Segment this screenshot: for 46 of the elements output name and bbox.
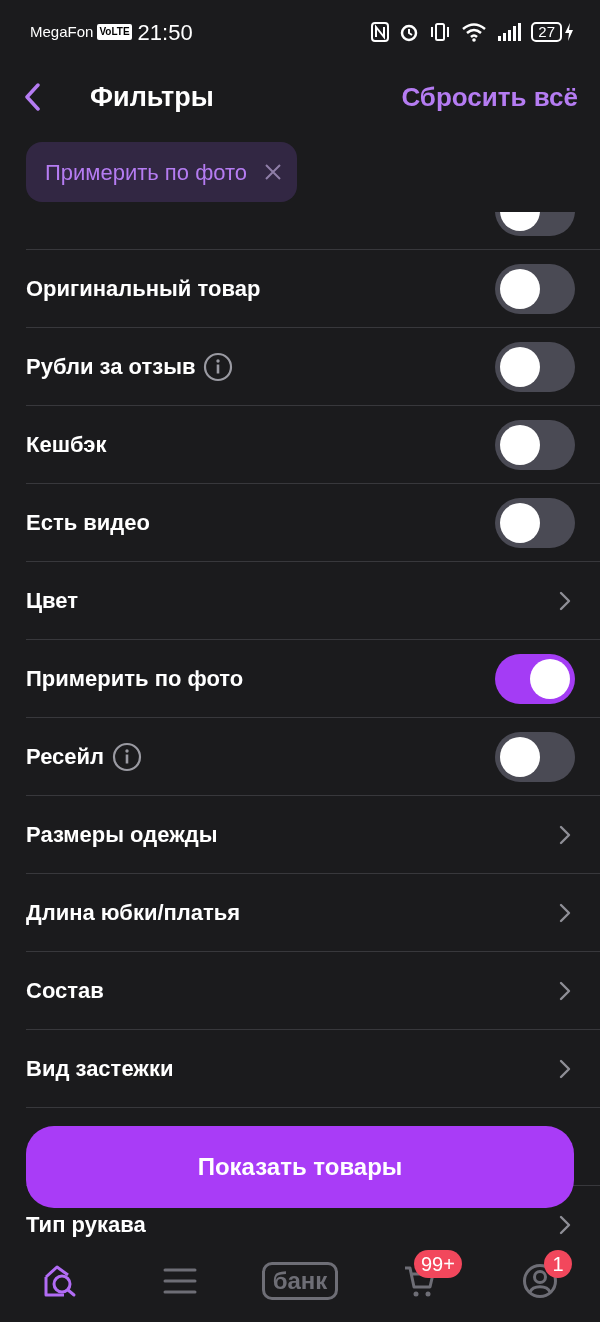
signal-icon <box>497 22 522 42</box>
filter-label: Есть видео <box>26 509 150 537</box>
wifi-icon <box>461 22 488 42</box>
filter-label: Состав <box>26 977 104 1005</box>
chevron-right-icon <box>559 590 571 611</box>
battery-level: 27 <box>531 22 562 42</box>
filter-label: Рубли за отзыв <box>26 353 196 381</box>
carrier-name: MegaFon <box>30 21 94 42</box>
chevron-right-icon <box>559 902 571 923</box>
chevron-right-icon <box>559 980 571 1001</box>
info-icon[interactable] <box>203 351 234 382</box>
info-icon[interactable] <box>112 741 143 772</box>
filter-label: Тип рукава <box>26 1211 146 1239</box>
menu-icon[interactable] <box>163 1267 197 1295</box>
bank-button[interactable]: банк <box>261 1262 339 1300</box>
chevron-right-icon <box>559 1214 571 1235</box>
count-badge: 99+ <box>414 1250 462 1278</box>
toggle-switch[interactable] <box>495 341 575 392</box>
clock: 21:50 <box>137 18 193 47</box>
filter-label: Примерить по фото <box>26 665 244 693</box>
count-badge: 1 <box>544 1250 572 1278</box>
filter-label: Вид застежки <box>26 1055 174 1083</box>
chevron-right-icon <box>559 1058 571 1079</box>
alarm-icon <box>399 22 420 42</box>
show-products-button[interactable]: Показать товары <box>26 1126 574 1208</box>
toggle-switch[interactable] <box>495 419 575 470</box>
chevron-right-icon <box>559 824 571 845</box>
toggle-switch[interactable] <box>495 263 575 314</box>
nfc-icon <box>371 22 390 42</box>
filter-label: Ресейл <box>26 743 105 771</box>
back-icon <box>24 83 40 111</box>
vibrate-icon <box>429 22 452 42</box>
close-icon[interactable] <box>265 164 282 180</box>
filter-label: Оригинальный товар <box>26 275 261 303</box>
charging-icon <box>564 22 574 42</box>
reset-all-link[interactable]: Сбросить всё <box>401 77 578 117</box>
filter-label: Цвет <box>26 587 79 615</box>
toggle-switch[interactable] <box>495 653 575 704</box>
filter-label: Кешбэк <box>26 431 107 459</box>
filter-label: Длина юбки/платья <box>26 899 241 927</box>
toggle-switch[interactable] <box>495 731 575 782</box>
filter-label: Размеры одежды <box>26 821 218 849</box>
volte-badge: VoLTE <box>97 24 132 40</box>
filter-chip[interactable]: Примерить по фото <box>26 142 298 202</box>
toggle-switch[interactable] <box>495 497 575 548</box>
page-title: Фильтры <box>90 80 214 114</box>
